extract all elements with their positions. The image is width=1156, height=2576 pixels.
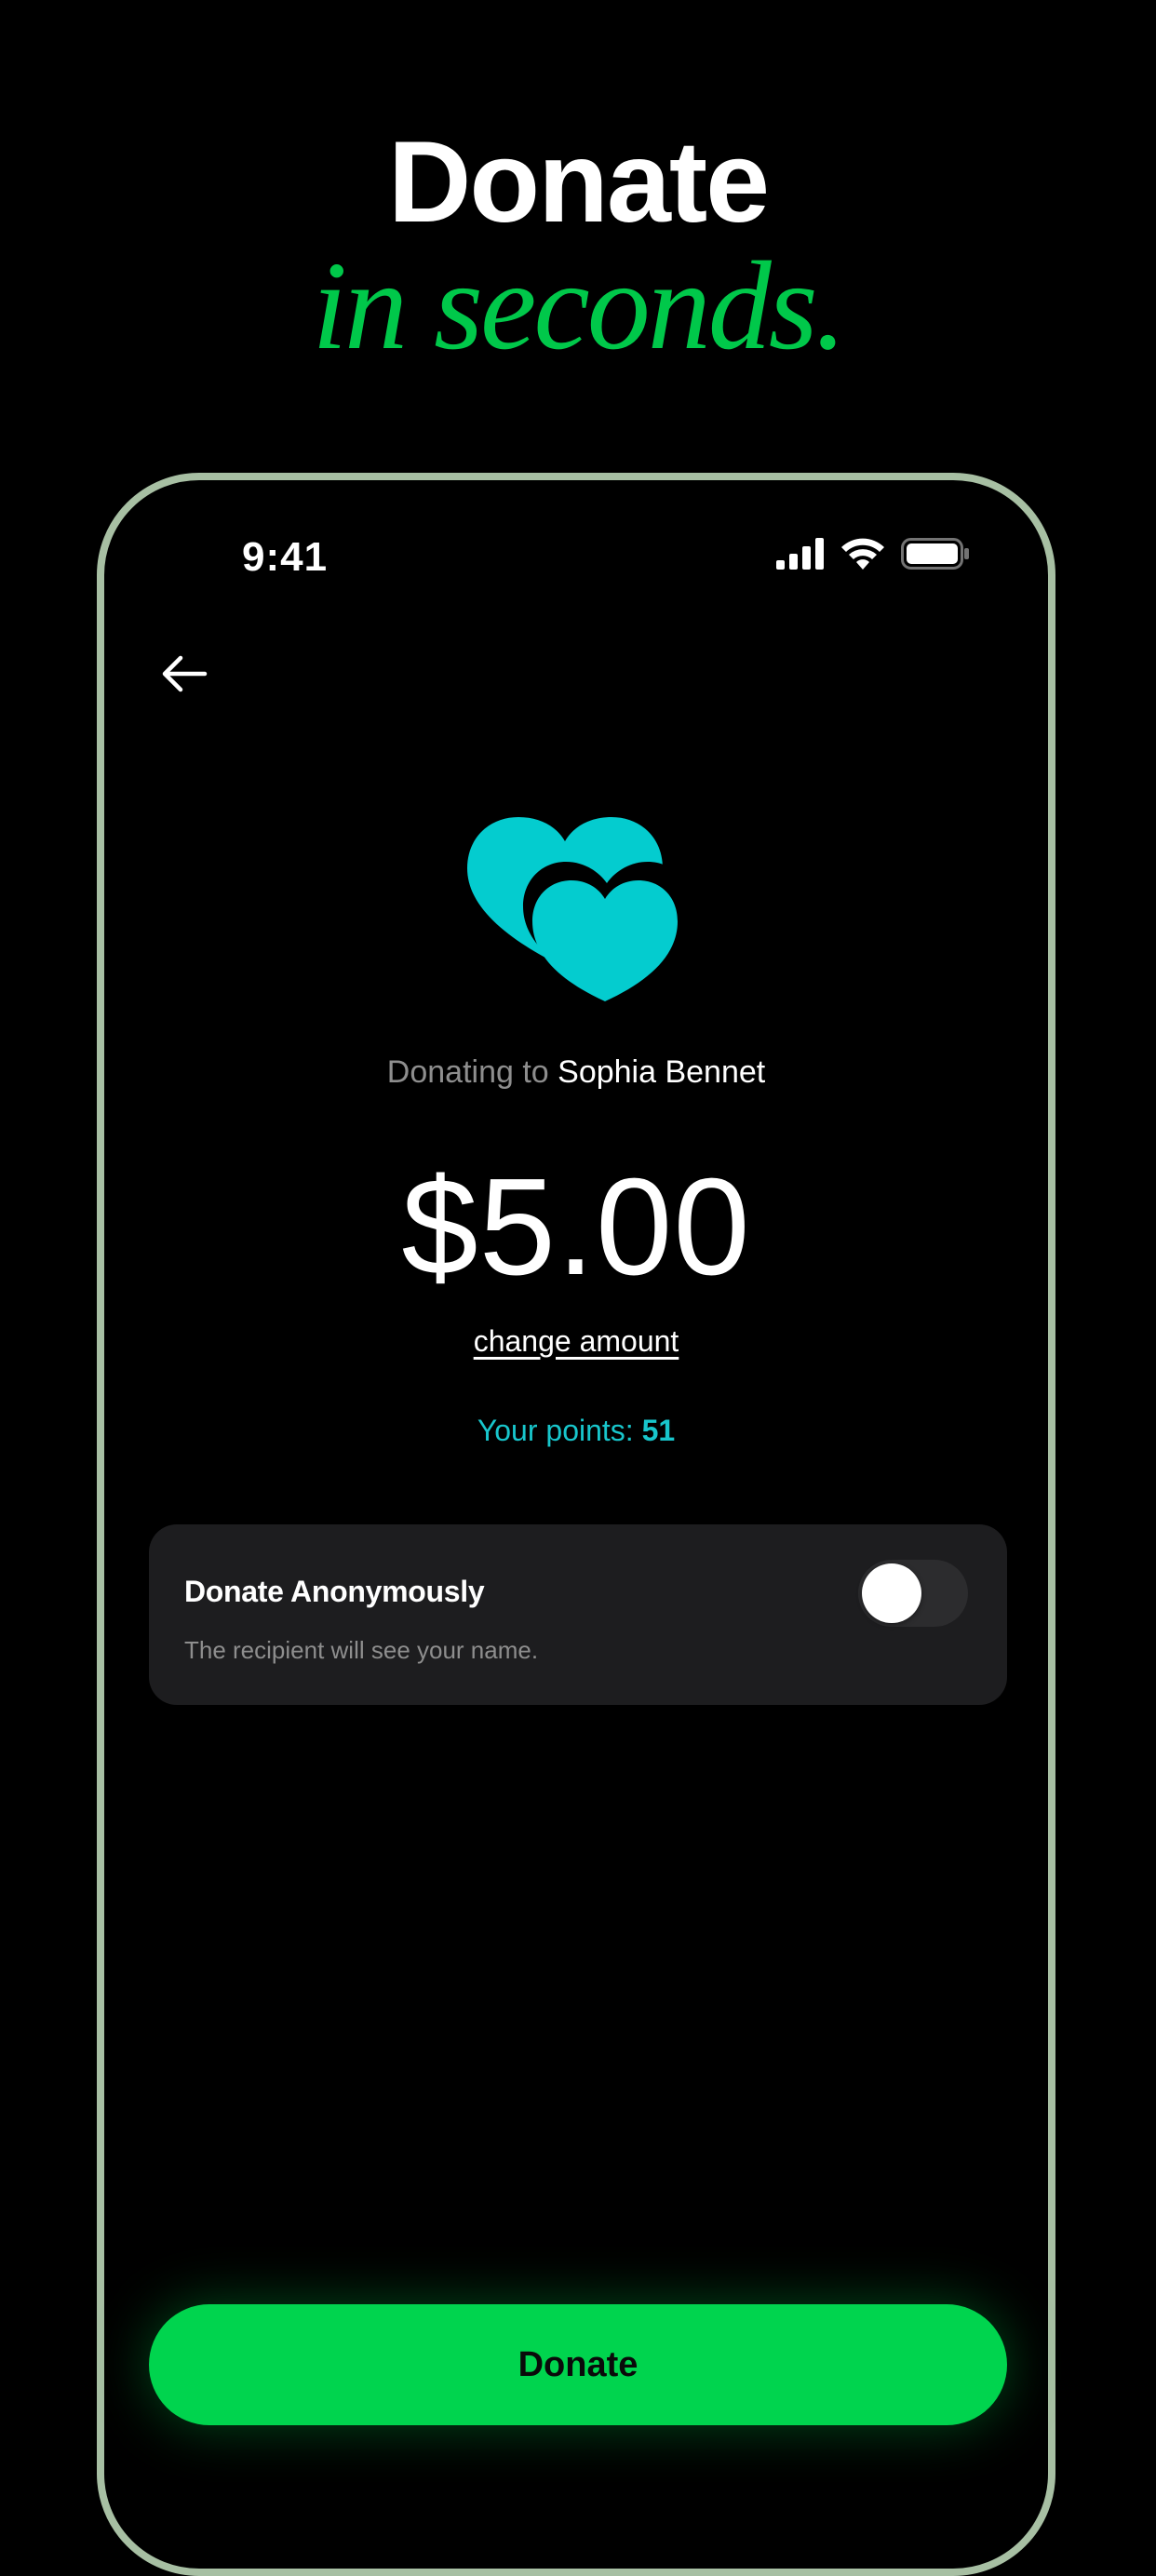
back-button[interactable] [155,644,214,704]
hero-headline: Donate [387,118,770,247]
donating-to-prefix: Donating to [386,1054,549,1090]
change-amount-link[interactable]: change amount [474,1324,679,1358]
status-bar: 9:41 [104,525,1048,599]
toggle-knob [862,1563,921,1623]
battery-icon [901,538,969,570]
phone-frame: 9:41 Donating to Sophia Bennet $5.00 cha… [97,473,1055,2576]
recipient-name: Sophia Bennet [558,1054,766,1090]
arrow-left-icon [162,655,208,692]
cellular-signal-icon [776,538,824,570]
hero-tagline: in seconds. [312,236,846,376]
anonymous-card: Donate Anonymously The recipient will se… [149,1524,1007,1705]
anonymous-toggle[interactable] [858,1560,968,1627]
status-icons [776,538,970,570]
donating-to-line: Donating to Sophia Bennet [104,1052,1048,1093]
donate-button[interactable]: Donate [149,2304,1007,2425]
points-value: 51 [641,1414,676,1447]
change-amount-row: change amount [104,1322,1048,1361]
status-time: 9:41 [242,534,329,580]
wifi-icon [841,538,884,570]
points-row: Your points: 51 [104,1411,1048,1450]
anonymous-title: Donate Anonymously [184,1575,485,1608]
points-label: Your points: [477,1414,634,1447]
anonymous-subtitle: The recipient will see your name. [184,1636,539,1664]
two-hearts-icon [467,817,691,1001]
donation-amount: $5.00 [401,1150,751,1304]
